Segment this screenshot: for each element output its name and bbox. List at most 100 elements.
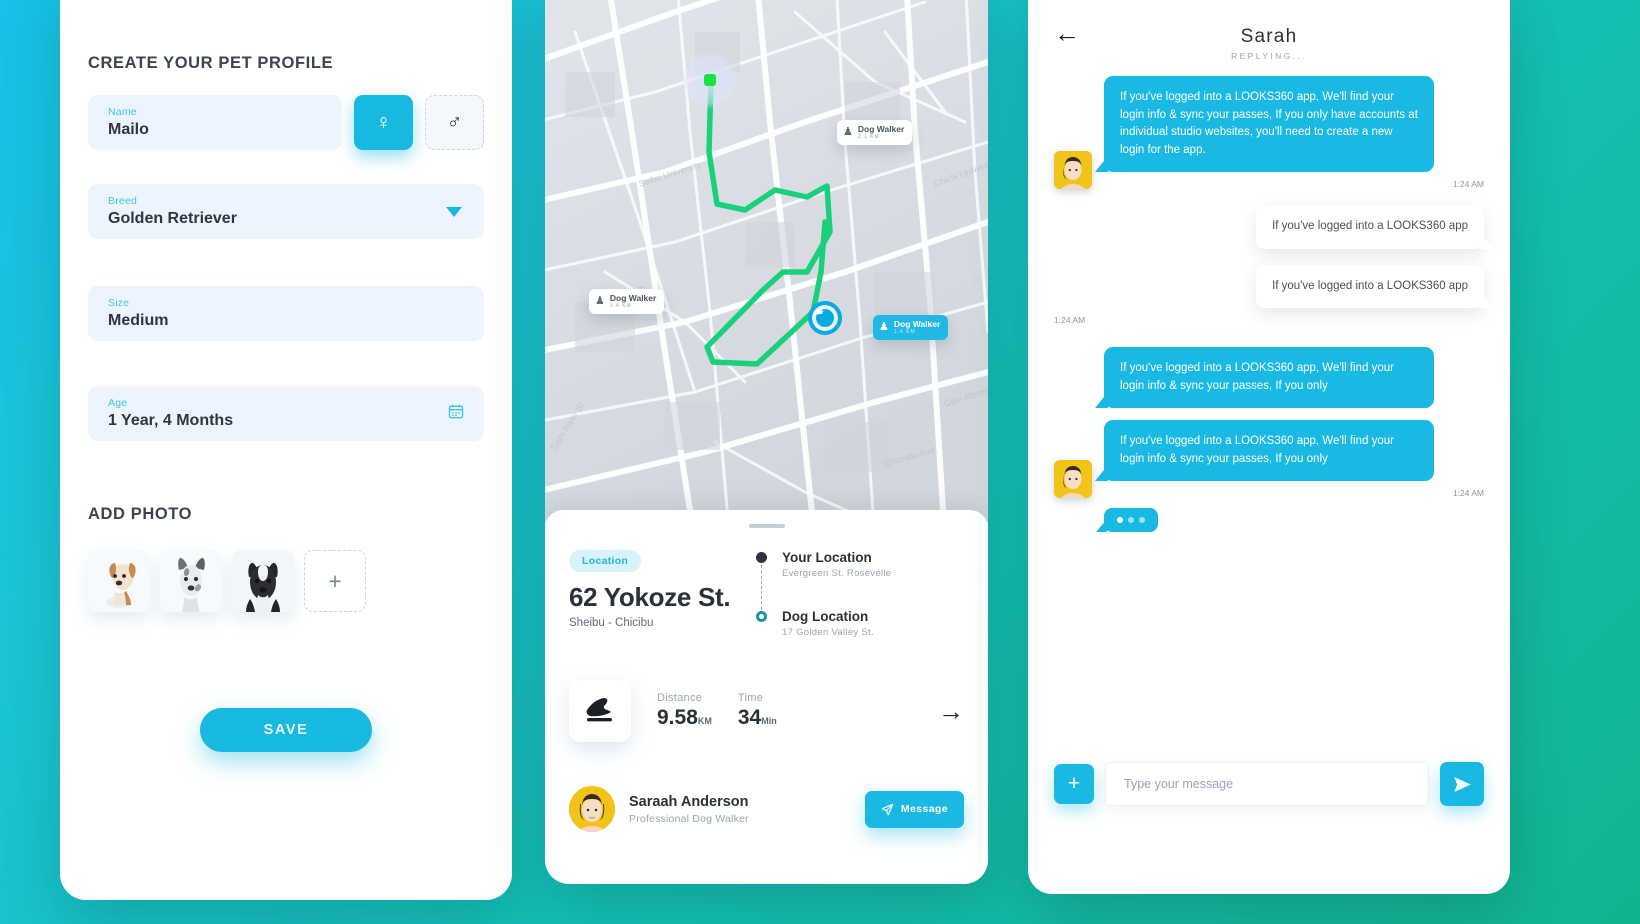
avatar — [1054, 151, 1092, 189]
name-field-value: Mailo — [108, 121, 149, 138]
chat-contact-name: Sarah — [1240, 26, 1298, 47]
chat-status-text: REPLYING... — [1231, 51, 1307, 61]
age-field[interactable]: Age 1 Year, 4 Months — [88, 386, 484, 441]
chat-bubble-outgoing: If you've logged into a LOOKS360 app, We… — [1095, 347, 1434, 408]
address-subtitle: Sheibu - Chicibu — [569, 617, 654, 629]
dog-tracking-panel: Seibu University Chichi University Toshi… — [545, 0, 988, 884]
stat-distance: Distance 9.58KM — [657, 692, 712, 730]
route-legend: Your Location Evergreen St. Rosevelle Do… — [756, 550, 964, 638]
chat-message-row: If you've logged into a LOOKS360 app, We… — [1054, 420, 1484, 498]
breed-field-label: Breed — [108, 195, 138, 207]
age-field-label: Age — [108, 397, 128, 409]
send-button[interactable] — [1440, 762, 1484, 806]
map-pin-distance: 3.4 KM — [609, 303, 632, 309]
location-detail-sheet: Location 62 Yokoze St. Sheibu - Chicibu … — [545, 510, 988, 884]
calendar-icon[interactable] — [448, 403, 464, 424]
chat-bubble-outgoing: If you've logged into a LOOKS360 app, We… — [1095, 420, 1434, 481]
legend-dot-filled-icon — [756, 552, 767, 563]
female-symbol-icon: ♀ — [375, 110, 392, 134]
breed-field[interactable]: Breed Golden Retriever — [88, 184, 484, 239]
sex-female-button[interactable]: ♀ — [354, 95, 413, 150]
map-pin-dog-walker-2[interactable]: ♟ Dog Walker 3.4 KM — [589, 289, 665, 314]
typing-dots-icon — [1096, 508, 1158, 532]
legend-title: Your Location — [782, 550, 872, 565]
map-pin-distance: 1.4 KM — [893, 329, 916, 335]
sheet-drag-handle[interactable] — [748, 524, 785, 528]
photo-thumbnail-terrier[interactable] — [160, 550, 222, 612]
chat-message-row: If you've logged into a LOOKS360 app 1:2… — [1054, 264, 1493, 325]
map-pin-dog-walker-1[interactable]: ♟ Dog Walker 2.1 KM — [837, 120, 913, 145]
walker-meta: Saraah Anderson Professional Dog Walker — [629, 794, 749, 825]
chat-message-row: If you've logged into a LOOKS360 app — [1054, 205, 1493, 249]
walker-name: Saraah Anderson — [629, 793, 749, 810]
message-button-label: Message — [900, 803, 948, 815]
chat-timestamp: 1:24 AM — [1452, 179, 1484, 189]
legend-subtitle: Evergreen St. Rosevelle — [782, 568, 892, 579]
size-field-value: Medium — [108, 312, 169, 329]
walking-shoe-icon — [569, 680, 631, 742]
dog-marker-icon[interactable] — [808, 301, 842, 335]
age-field-value: 1 Year, 4 Months — [108, 412, 234, 429]
name-and-sex-row: Name Mailo ♀ ♂ — [88, 95, 484, 150]
sex-male-button[interactable]: ♂ — [425, 95, 484, 150]
add-photo-button[interactable]: + — [304, 550, 366, 612]
legend-title: Dog Location — [782, 609, 869, 624]
map-pin-label: Dog Walker — [857, 124, 905, 134]
walker-silhouette-icon: ♟ — [879, 321, 889, 333]
address-block: Location 62 Yokoze St. Sheibu - Chicibu — [569, 550, 731, 638]
stat-value: 34 — [737, 706, 762, 729]
message-composer: + — [1054, 762, 1484, 806]
chat-bubble-incoming: If you've logged into a LOOKS360 app — [1256, 264, 1493, 308]
pet-profile-panel: CREATE YOUR PET PROFILE Name Mailo ♀ ♂ B… — [60, 0, 512, 900]
breed-field-value: Golden Retriever — [108, 210, 237, 227]
plus-icon: + — [328, 567, 342, 594]
add-photo-title: ADD PHOTO — [88, 505, 193, 523]
chat-message-list[interactable]: If you've logged into a LOOKS360 app, We… — [1028, 66, 1510, 774]
stat-unit: KM — [697, 716, 712, 726]
stat-value: 9.58 — [657, 706, 698, 729]
walker-row: Saraah Anderson Professional Dog Walker … — [569, 786, 964, 832]
walker-silhouette-icon: ♟ — [843, 126, 853, 138]
name-field[interactable]: Name Mailo — [88, 95, 342, 150]
map-pin-distance: 2.1 KM — [857, 134, 880, 140]
chat-timestamp: 1:24 AM — [1452, 488, 1484, 498]
chat-timestamp: 1:24 AM — [1054, 315, 1086, 325]
map-pin-dog-walker-3-selected[interactable]: ♟ Dog Walker 1.4 KM — [873, 315, 949, 340]
map-canvas[interactable]: Seibu University Chichi University Toshi… — [545, 0, 988, 522]
chevron-down-icon[interactable] — [446, 206, 462, 217]
trip-stats-row: Distance 9.58KM Time 34Min → — [569, 680, 964, 742]
message-walker-button[interactable]: Message — [864, 790, 964, 828]
chat-message-row: If you've logged into a LOOKS360 app, We… — [1054, 76, 1484, 189]
avatar — [1054, 460, 1092, 498]
photo-thumbnail-list: + — [88, 550, 484, 612]
size-field-label: Size — [108, 297, 130, 309]
size-field[interactable]: Size Medium — [88, 286, 484, 341]
sheet-header: Location 62 Yokoze St. Sheibu - Chicibu … — [569, 550, 964, 638]
page-title: CREATE YOUR PET PROFILE — [88, 54, 334, 72]
legend-dot-ring-icon — [756, 611, 767, 622]
legend-item-your-location: Your Location Evergreen St. Rosevelle — [756, 550, 964, 579]
stat-time: Time 34Min — [738, 692, 777, 730]
legend-subtitle: 17 Golden Valley St. — [782, 627, 874, 638]
attach-button[interactable]: + — [1054, 764, 1094, 804]
stat-unit: Min — [761, 716, 777, 726]
legend-item-dog-location: Dog Location 17 Golden Valley St. — [756, 609, 964, 638]
walker-avatar — [569, 786, 615, 832]
photo-thumbnail-beagle[interactable] — [88, 550, 150, 612]
save-button[interactable]: SAVE — [200, 708, 372, 752]
walker-role: Professional Dog Walker — [629, 812, 749, 825]
next-arrow-icon[interactable]: → — [938, 696, 964, 727]
walker-silhouette-icon: ♟ — [595, 295, 605, 307]
location-badge: Location — [569, 550, 642, 572]
back-arrow-icon[interactable]: ← — [1054, 20, 1080, 46]
stat-label: Distance — [657, 692, 703, 704]
typing-indicator — [1096, 508, 1484, 532]
chat-bubble-outgoing: If you've logged into a LOOKS360 app, We… — [1095, 76, 1434, 172]
send-icon — [1453, 776, 1471, 792]
current-location-dot-icon — [681, 51, 739, 109]
paper-plane-icon — [881, 803, 894, 815]
message-input[interactable] — [1105, 762, 1429, 806]
chat-message-row: If you've logged into a LOOKS360 app, We… — [1054, 347, 1484, 408]
name-field-label: Name — [108, 106, 137, 118]
photo-thumbnail-collie[interactable] — [232, 550, 294, 612]
